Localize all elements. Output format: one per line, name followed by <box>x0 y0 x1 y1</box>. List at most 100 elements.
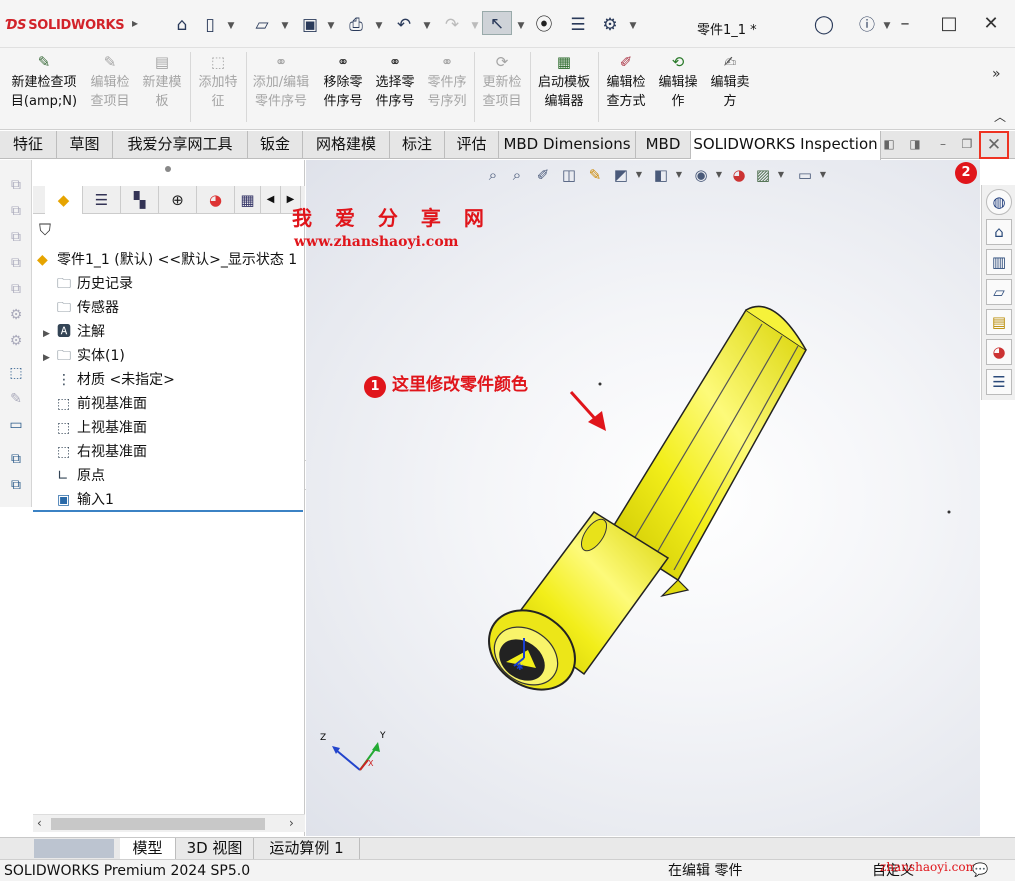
comment-icon[interactable]: 💬 <box>972 860 988 881</box>
expand-icon[interactable]: ▶ <box>43 322 57 346</box>
edit-vendors-button[interactable]: ✍ 编辑卖方 <box>704 52 756 111</box>
part-model[interactable]: ✱ <box>456 290 836 710</box>
select-pointer-icon[interactable]: ↖ <box>482 11 512 35</box>
edit-operations-button[interactable]: ⟲ 编辑操作 <box>654 52 702 111</box>
redo-icon[interactable]: ↷ <box>440 13 464 37</box>
file-explorer-icon[interactable]: ▱ <box>986 279 1012 305</box>
tool-icon-3[interactable]: ⧉ <box>7 228 25 246</box>
edit-inspection-project-button[interactable]: ✎ 编辑检 查项目 <box>84 52 136 111</box>
tree-item-import1[interactable]: ▣ 输入1 <box>43 488 114 512</box>
scroll-right-icon[interactable]: › <box>289 816 294 830</box>
paste-tool-icon[interactable]: ⧉ <box>7 476 25 494</box>
options-dropdown-icon[interactable]: ▼ <box>628 14 638 38</box>
tab-scroll-left-icon[interactable]: ◧ <box>880 135 898 153</box>
user-account-icon[interactable]: ◯ <box>812 13 836 37</box>
tab-solidworks-inspection[interactable]: SOLIDWORKS Inspection <box>691 131 881 160</box>
tab-scroll-right-icon[interactable]: ◨ <box>906 135 924 153</box>
minimize-window-icon[interactable]: – <box>890 12 920 36</box>
help-icon[interactable]: ⓘ <box>855 13 879 37</box>
edit-inspection-method-button[interactable]: ✐ 编辑检 查方式 <box>600 52 652 111</box>
open-dropdown-icon[interactable]: ▼ <box>280 14 290 38</box>
rollback-bar[interactable] <box>33 510 303 512</box>
tree-item-right-plane[interactable]: ⬚ 右视基准面 <box>43 440 147 464</box>
select-balloon-button[interactable]: ⚭ 选择零 件序号 <box>370 52 420 111</box>
feature-manager-tab-icon[interactable]: ◆ <box>45 186 83 214</box>
select-tool-icon[interactable]: ⬚ <box>7 364 25 382</box>
file-properties-icon[interactable]: ☰ <box>566 13 590 37</box>
configuration-manager-tab-icon[interactable]: ▚ <box>121 186 159 214</box>
tab-sketch[interactable]: 草图 <box>57 131 113 159</box>
tab-mbd-dimensions[interactable]: MBD Dimensions <box>499 131 636 159</box>
add-feature-button[interactable]: ⬚ 添加特征 <box>192 52 244 111</box>
ribbon-overflow-icon[interactable]: » <box>992 66 1001 82</box>
tab-model[interactable]: 模型 <box>120 838 176 860</box>
new-document-icon[interactable]: ▯ <box>198 13 222 37</box>
inspection-tab-icon[interactable]: ▦ <box>235 186 261 214</box>
tree-item-front-plane[interactable]: ⬚ 前视基准面 <box>43 392 147 416</box>
solidworks-logo[interactable]: ƊS SOLIDWORKS ▸ <box>6 16 138 33</box>
open-icon[interactable]: ▱ <box>250 13 274 37</box>
expand-icon[interactable]: ▶ <box>43 346 57 370</box>
new-inspection-project-button[interactable]: ✎ 新建检查项 目(amp;N) <box>4 52 84 111</box>
scrollbar-thumb[interactable] <box>51 818 265 830</box>
launch-template-editor-button[interactable]: ▦ 启动模板 编辑器 <box>532 52 596 111</box>
view-palette-icon[interactable]: ▤ <box>986 309 1012 335</box>
display-tool-icon[interactable]: ▭ <box>7 416 25 434</box>
select-dropdown-icon[interactable]: ▼ <box>516 14 526 38</box>
task-home-icon[interactable]: ⌂ <box>986 219 1012 245</box>
save-dropdown-icon[interactable]: ▼ <box>326 14 336 38</box>
display-manager-tab-icon[interactable]: ◕ <box>197 186 235 214</box>
tab-mesh-modeling[interactable]: 网格建模 <box>303 131 390 159</box>
dimxpert-tab-icon[interactable]: ⊕ <box>159 186 197 214</box>
tree-item-material[interactable]: ⋮ 材质 <未指定> <box>43 368 175 392</box>
close-window-icon[interactable]: ✕ <box>976 12 1006 36</box>
panel-grip-icon[interactable] <box>165 166 171 172</box>
new-dropdown-icon[interactable]: ▼ <box>226 14 236 38</box>
tool-icon-5[interactable]: ⧉ <box>7 280 25 298</box>
tree-item-annotations[interactable]: ▶ 🅰 注解 <box>43 320 105 344</box>
print-icon[interactable]: ⎙ <box>344 13 368 37</box>
tree-item-history[interactable]: 🗀 历史记录 <box>43 272 133 296</box>
tree-item-origin[interactable]: ∟ 原点 <box>43 464 105 488</box>
property-manager-tab-icon[interactable]: ☰ <box>83 186 121 214</box>
close-document-button[interactable]: ✕ <box>979 131 1009 159</box>
doc-restore-icon[interactable]: ❐ <box>958 135 976 153</box>
tab-mbd[interactable]: MBD <box>636 131 691 159</box>
tree-item-sensors[interactable]: 🗀 传感器 <box>43 296 119 320</box>
tab-sheet-metal[interactable]: 钣金 <box>248 131 303 159</box>
tree-item-solid-bodies[interactable]: ▶ 🗀 实体(1) <box>43 344 125 368</box>
tab-features[interactable]: 特征 <box>0 131 57 159</box>
horizontal-scrollbar[interactable]: ‹ › <box>33 814 305 832</box>
bottom-tab-navigation[interactable] <box>34 839 114 858</box>
tree-root[interactable]: ◆ 零件1_1 (默认) <<默认>_显示状态 1 <box>37 248 297 272</box>
collapse-ribbon-icon[interactable]: ︿ <box>994 108 1006 125</box>
balloon-sequence-button[interactable]: ⚭ 零件序 号序列 <box>422 52 472 111</box>
add-edit-balloon-button[interactable]: ⚭ 添加/编辑 零件序号 <box>248 52 314 111</box>
remove-balloon-button[interactable]: ⚭ 移除零 件序号 <box>318 52 368 111</box>
tree-item-top-plane[interactable]: ⬚ 上视基准面 <box>43 416 147 440</box>
update-inspection-project-button[interactable]: ⟳ 更新检 查项目 <box>476 52 528 111</box>
filter-icon[interactable]: ⛉ <box>39 220 51 240</box>
redo-dropdown-icon[interactable]: ▼ <box>470 14 480 38</box>
panel-tab-prev-icon[interactable]: ◀ <box>261 186 281 214</box>
copy-tool-icon[interactable]: ⧉ <box>7 450 25 468</box>
tool-icon-4[interactable]: ⧉ <box>7 254 25 272</box>
tool-icon-7[interactable]: ⚙ <box>7 332 25 350</box>
tab-evaluate[interactable]: 评估 <box>445 131 499 159</box>
design-library-icon[interactable]: ▥ <box>986 249 1012 275</box>
rebuild-traffic-light-icon[interactable]: ⦿ <box>532 13 556 37</box>
undo-dropdown-icon[interactable]: ▼ <box>422 14 432 38</box>
tab-share-tools[interactable]: 我爱分享网工具 <box>113 131 248 159</box>
tool-icon-2[interactable]: ⧉ <box>7 202 25 220</box>
tool-icon-1[interactable]: ⧉ <box>7 176 25 194</box>
solidworks-resources-icon[interactable]: ◍ <box>986 189 1012 215</box>
tool-icon-6[interactable]: ⚙ <box>7 306 25 324</box>
options-gear-icon[interactable]: ⚙ <box>598 13 622 37</box>
home-icon[interactable]: ⌂ <box>170 13 194 37</box>
reference-triad[interactable]: Z Y X <box>316 726 386 776</box>
appearances-scenes-icon[interactable]: ◕ <box>986 339 1012 365</box>
tab-motion-study-1[interactable]: 运动算例 1 <box>254 838 360 860</box>
maximize-window-icon[interactable]: □ <box>934 12 964 36</box>
custom-properties-icon[interactable]: ☰ <box>986 369 1012 395</box>
edit-tool-icon[interactable]: ✎ <box>7 390 25 408</box>
